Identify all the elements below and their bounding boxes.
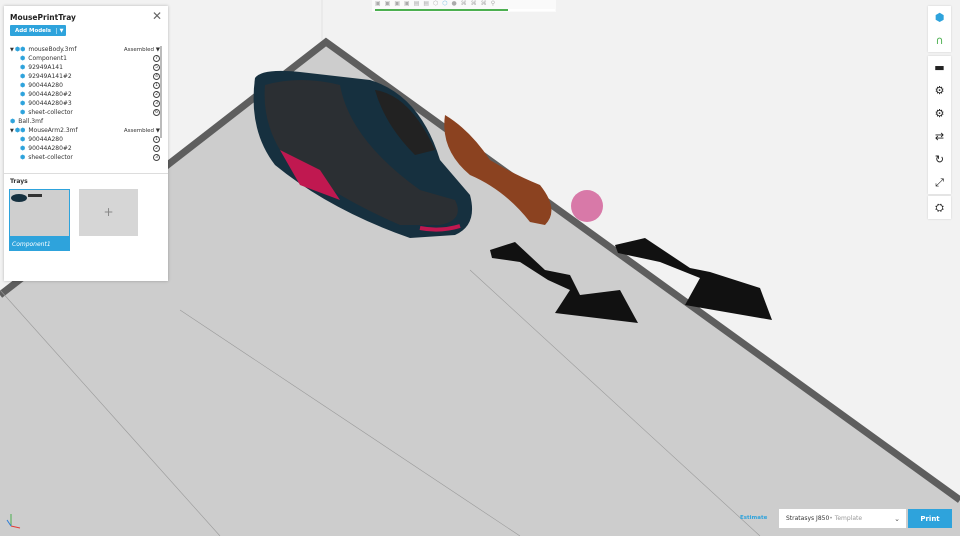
tree-item-label: MouseArm2.3mf: [28, 127, 78, 134]
assembly-icon: ⬢⬢: [14, 127, 26, 134]
tree-item-label: Ball.3mf: [18, 118, 44, 125]
tree-item[interactable]: ⬢ sheet-collector 6: [10, 108, 160, 117]
tree-item[interactable]: ▼ ⬢⬢ MouseArm2.3mf Assembled ▼: [10, 126, 160, 135]
view-cube-icon[interactable]: ⬢: [928, 6, 951, 29]
tray-thumbnail[interactable]: Component1: [9, 189, 70, 251]
axes-icon: [6, 512, 22, 534]
tray-order-badge: 1: [153, 82, 160, 89]
part-icon: ⬢: [20, 55, 26, 62]
part-icon: ⬢: [20, 154, 26, 161]
tree-item-label: Component1: [28, 55, 67, 62]
part-icon: ⬢: [20, 64, 26, 71]
assembly-icon: ⬢⬢: [14, 46, 26, 53]
tray-panel: MousePrintTray ✕ Add Models ▼ ▼ ⬢⬢ mouseBod…: [4, 6, 168, 281]
scale-icon[interactable]: ⤢: [928, 171, 951, 194]
tree-item-label: 90044A280: [28, 136, 63, 143]
add-models-button[interactable]: Add Models ▼: [10, 25, 66, 36]
tree-item[interactable]: ⬢ 92949A141#2 4: [10, 72, 160, 81]
part-icon: ⬢: [20, 82, 26, 89]
tray-order-badge: 3: [153, 100, 160, 107]
tree-item-label: sheet-collector: [28, 154, 73, 161]
layer-settings-icon[interactable]: ⚙: [928, 79, 951, 102]
tray-order-badge: 2: [153, 91, 160, 98]
printer-select[interactable]: Stratasys J850 • Template ⌄: [779, 509, 906, 528]
expand-icon[interactable]: ▼: [10, 47, 14, 53]
tree-item-label: 92949A141#2: [28, 73, 72, 80]
tray-order-badge: 1: [153, 136, 160, 143]
close-icon[interactable]: ✕: [152, 9, 162, 23]
part-icon: ⬢: [20, 145, 26, 152]
tree-item[interactable]: ⬢ 92949A141 5: [10, 63, 160, 72]
progress-bar: [375, 9, 555, 11]
model-settings-icon[interactable]: ⚙: [928, 102, 951, 125]
rotate-icon[interactable]: ↻: [928, 148, 951, 171]
model-tree: ▼ ⬢⬢ mouseBody.3mf Assembled ▼ ⬢ Component1 7 ⬢…: [10, 45, 160, 162]
tree-item-label: 92949A141: [28, 64, 63, 71]
view-toolbar: ⬢ ∩: [928, 6, 951, 52]
tray-order-badge: 6: [153, 109, 160, 116]
tree-item[interactable]: ⬢ 90044A280 1: [10, 135, 160, 144]
panel-title: MousePrintTray: [10, 13, 76, 22]
tree-item-label: 90044A280#2: [28, 145, 72, 152]
tools-toolbar: ▬ ⚙ ⚙ ⇄ ↻ ⤢: [928, 56, 951, 194]
tray-order-badge: 7: [153, 55, 160, 62]
tree-item-label: sheet-collector: [28, 109, 73, 116]
add-models-dropdown-icon[interactable]: ▼: [56, 27, 66, 34]
part-icon: ⬢: [20, 109, 26, 116]
ball-model[interactable]: [571, 190, 603, 222]
part-icon: ⬢: [20, 91, 26, 98]
tray-order-badge: 4: [153, 73, 160, 80]
print-settings-icon[interactable]: ⛭: [928, 196, 951, 219]
tree-item[interactable]: ⬢ 90044A280 1: [10, 81, 160, 90]
move-icon[interactable]: ⇄: [928, 125, 951, 148]
expand-icon[interactable]: ▼: [10, 128, 14, 134]
tree-scrollbar[interactable]: [160, 46, 162, 138]
tree-item[interactable]: ⬢ Ball.3mf: [10, 117, 160, 126]
orbit-icon[interactable]: ∩: [928, 29, 951, 52]
estimate-link[interactable]: Estimate: [740, 515, 767, 521]
part-icon: ⬢: [20, 73, 26, 80]
part-icon: ⬢: [20, 100, 26, 107]
tree-item[interactable]: ⬢ Component1 7: [10, 54, 160, 63]
part-icon: ⬢: [10, 118, 16, 125]
add-tray-button[interactable]: +: [79, 189, 138, 236]
tray-order-badge: 3: [153, 154, 160, 161]
tree-item[interactable]: ▼ ⬢⬢ mouseBody.3mf Assembled ▼: [10, 45, 160, 54]
tree-item[interactable]: ⬢ sheet-collector 3: [10, 153, 160, 162]
tree-item-label: 90044A280#3: [28, 100, 72, 107]
tree-item[interactable]: ⬢ 90044A280#3 3: [10, 99, 160, 108]
print-button[interactable]: Print: [908, 509, 952, 528]
tree-item-label: 90044A280: [28, 82, 63, 89]
assembly-status-dropdown[interactable]: Assembled ▼: [124, 128, 160, 134]
chevron-down-icon: ⌄: [894, 514, 900, 523]
tree-item[interactable]: ⬢ 90044A280#2 2: [10, 90, 160, 99]
tray-order-badge: 2: [153, 145, 160, 152]
tree-item-label: 90044A280#2: [28, 91, 72, 98]
tree-item[interactable]: ⬢ 90044A280#2 2: [10, 144, 160, 153]
units-icon[interactable]: ▬: [928, 56, 951, 79]
trays-heading: Trays: [10, 178, 28, 185]
print-settings-toolbar: ⛭: [928, 196, 951, 219]
tray-order-badge: 5: [153, 64, 160, 71]
tree-item-label: mouseBody.3mf: [28, 46, 77, 53]
part-icon: ⬢: [20, 136, 26, 143]
assembly-status-dropdown[interactable]: Assembled ▼: [124, 47, 160, 53]
